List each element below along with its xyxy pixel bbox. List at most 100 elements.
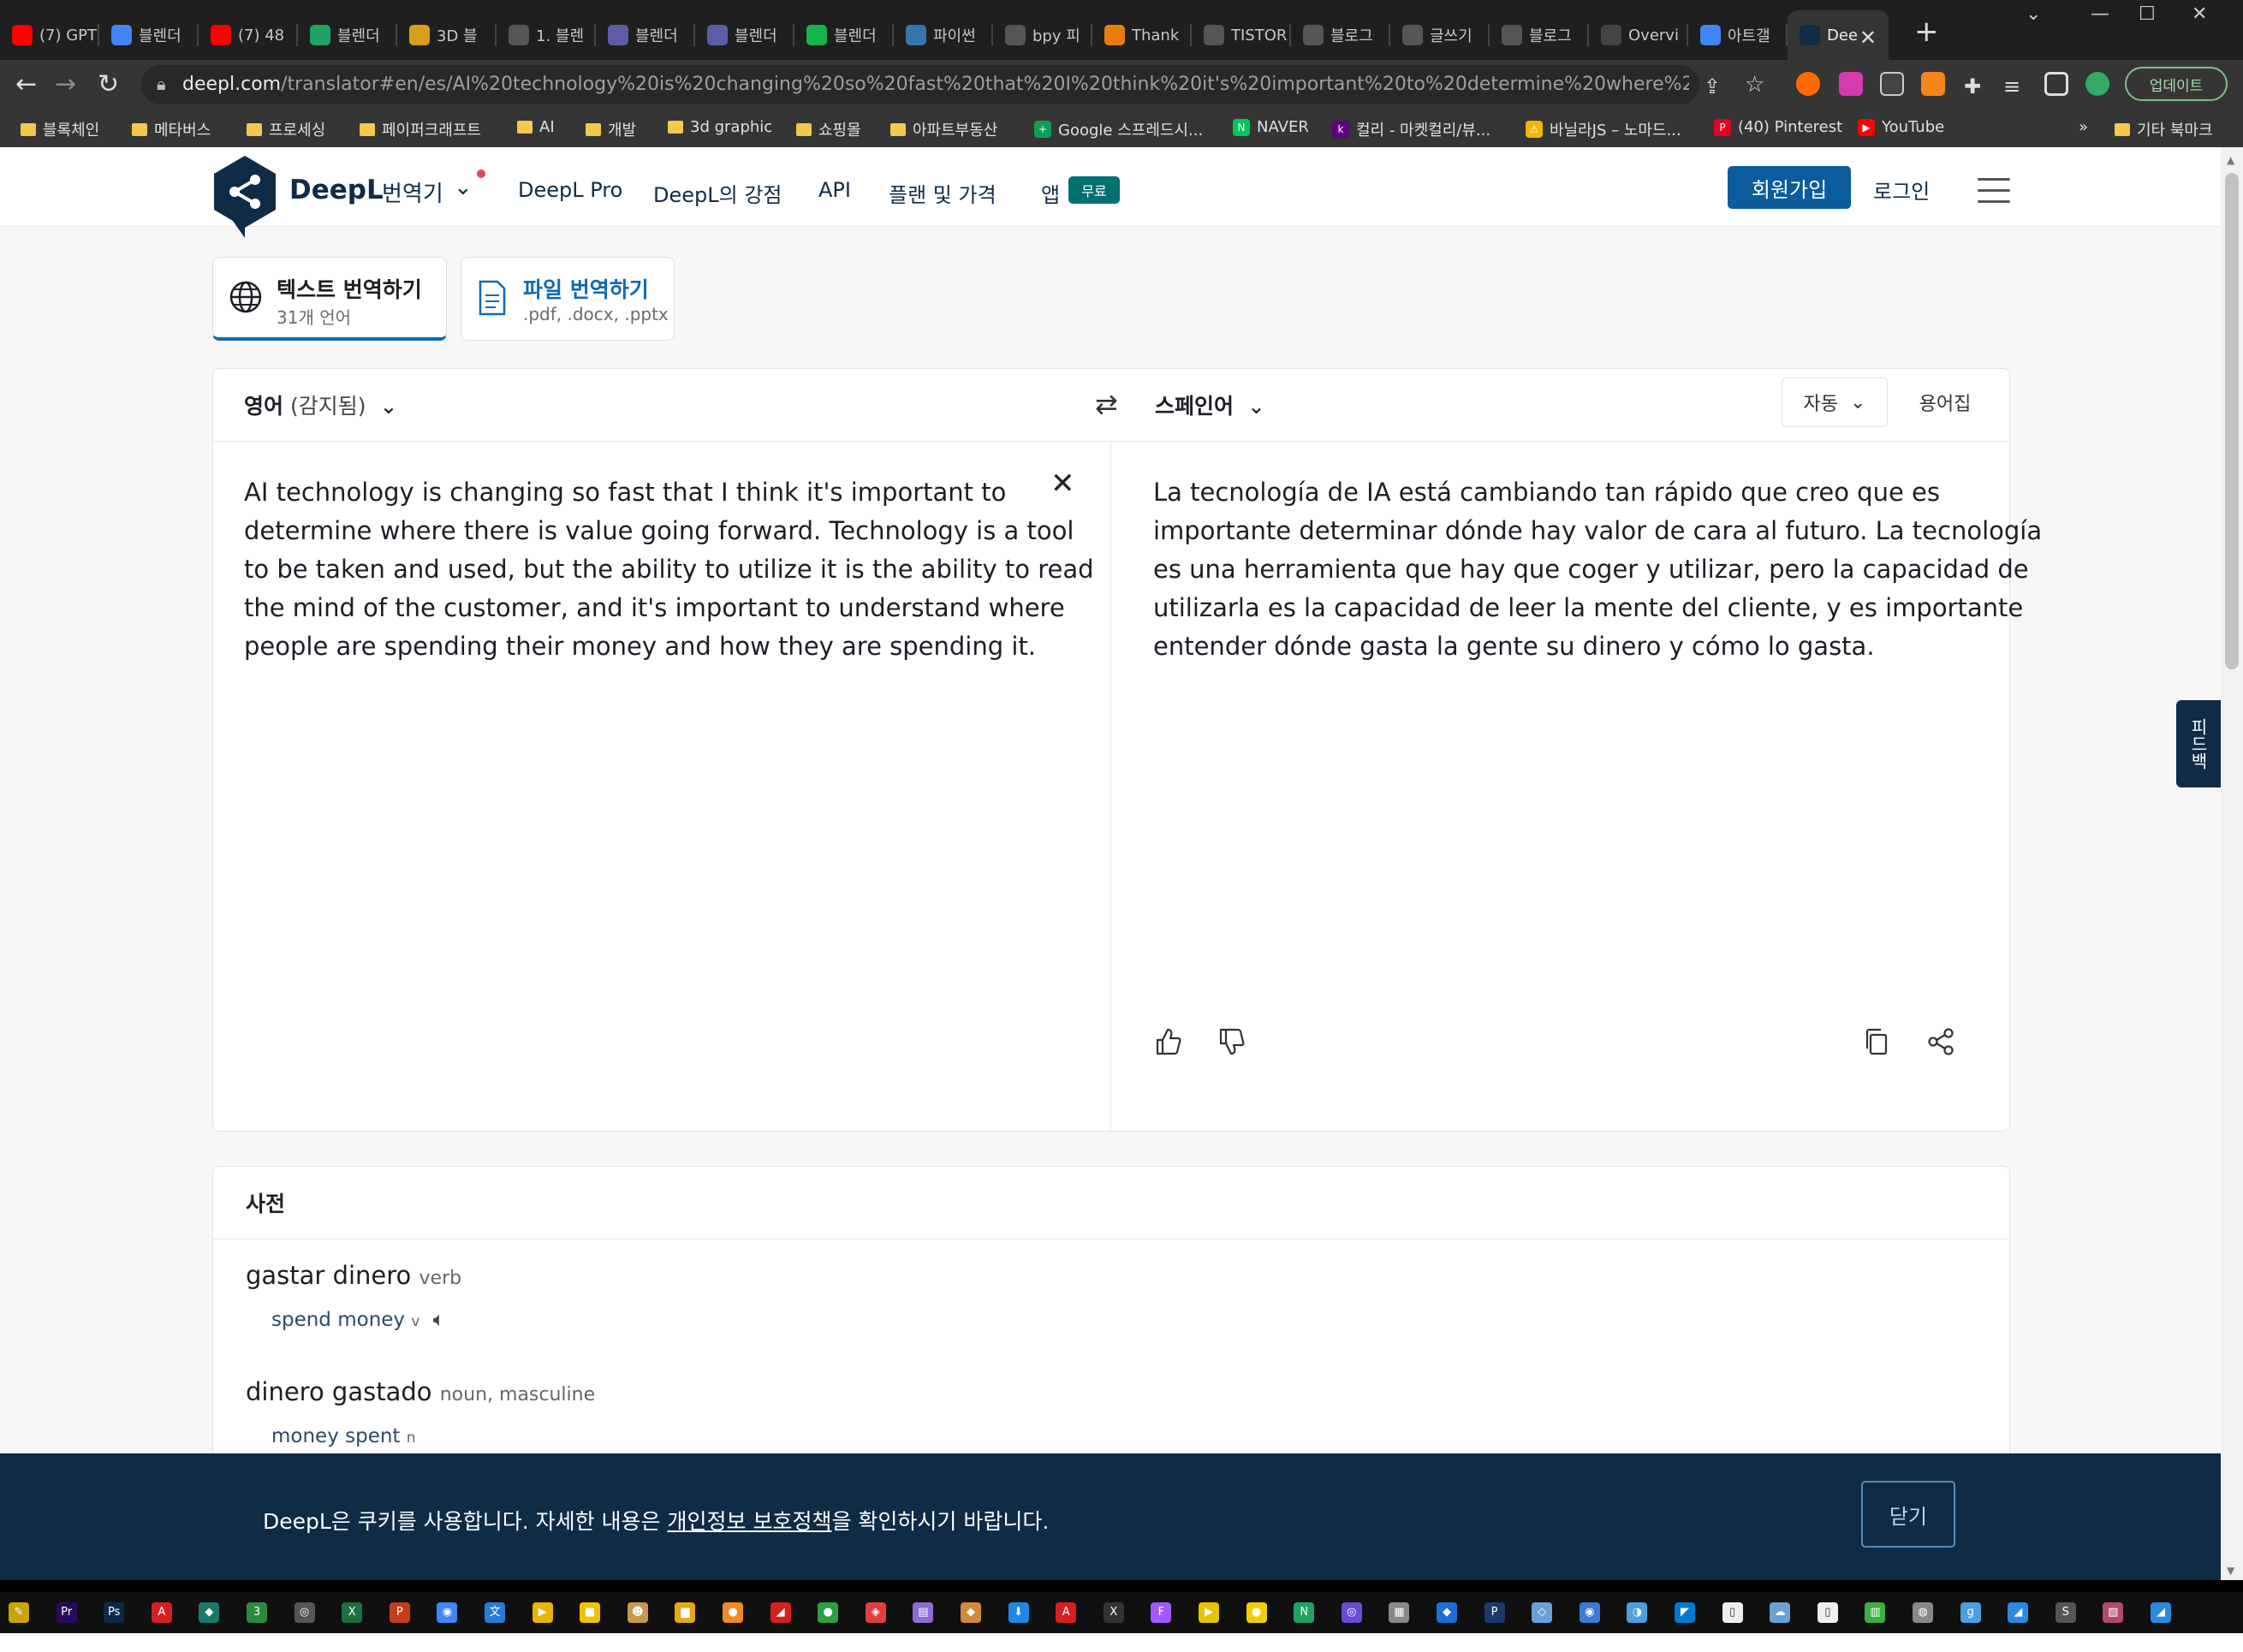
nav-deepl-pro[interactable]: DeepL Pro (518, 178, 622, 202)
glossary-button[interactable]: 용어집 (1900, 377, 1990, 427)
tab-file-translation[interactable]: 파일 번역하기 .pdf, .docx, .pptx (461, 257, 675, 341)
bookmark-item[interactable]: 페이퍼크래프트 (360, 118, 481, 140)
clear-text-icon[interactable]: ✕ (1050, 466, 1075, 501)
address-bar[interactable]: 🔒︎ deepl.com/translator#en/es/AI%20techn… (141, 65, 1699, 104)
copy-icon[interactable] (1862, 1026, 1893, 1057)
taskbar-app-icon[interactable]: ● (1246, 1602, 1267, 1623)
taskbar-app-icon[interactable]: 3 (247, 1602, 267, 1623)
browser-tab[interactable]: 블렌더 (695, 10, 794, 60)
browser-tab[interactable]: 블로그 (1291, 10, 1390, 60)
bookmark-item[interactable]: N NAVER (1233, 118, 1309, 136)
deepl-logo-icon[interactable] (211, 154, 279, 240)
taskbar-app-icon[interactable]: 文 (485, 1602, 505, 1623)
bookmark-item[interactable]: k 컬리 - 마켓컬리/뷰... (1332, 118, 1490, 140)
browser-tab[interactable]: 블렌더 (794, 10, 894, 60)
taskbar-app-icon[interactable]: ◍ (1913, 1602, 1933, 1623)
source-textarea[interactable]: AI technology is changing so fast that I… (244, 473, 1094, 666)
nav-api[interactable]: API (818, 178, 851, 202)
scroll-up-icon[interactable]: ▲ (2227, 154, 2234, 166)
other-bookmarks-folder[interactable]: 기타 북마크 (2115, 118, 2213, 140)
taskbar-app-icon[interactable]: F (1151, 1602, 1172, 1623)
taskbar-app-icon[interactable]: ◢ (2151, 1602, 2171, 1623)
extension-icon[interactable] (1880, 72, 1904, 96)
taskbar-app-icon[interactable]: ▦ (1389, 1602, 1410, 1623)
side-panel-icon[interactable] (2044, 72, 2068, 96)
update-button[interactable]: 업데이트 (2125, 67, 2228, 101)
taskbar-app-icon[interactable]: ✎ (9, 1602, 29, 1623)
minimize-icon[interactable]: — (2091, 3, 2109, 25)
taskbar-app-icon[interactable]: ◆ (961, 1602, 981, 1623)
scrollbar-thumb[interactable] (2225, 173, 2239, 669)
back-icon[interactable]: ← (15, 68, 37, 101)
new-tab-button[interactable]: + (1914, 17, 1939, 46)
taskbar-app-icon[interactable]: S (2055, 1602, 2076, 1623)
taskbar-app-icon[interactable]: ▶ (532, 1602, 553, 1623)
browser-tab[interactable]: 블렌더 (99, 10, 199, 60)
target-language-select[interactable]: 스페인어 ⌄ (1155, 389, 1265, 420)
bookmark-star-icon[interactable]: ☆ (1745, 68, 1764, 101)
taskbar-app-icon[interactable]: ◉ (437, 1602, 458, 1623)
taskbar-app-icon[interactable]: ▆ (675, 1602, 696, 1623)
bookmark-item[interactable]: P (40) Pinterest (1714, 118, 1842, 136)
nav-plans-pricing[interactable]: 플랜 및 가격 (889, 178, 997, 208)
taskbar-app-icon[interactable]: ◎ (294, 1602, 315, 1623)
taskbar-app-icon[interactable]: Ps (104, 1602, 125, 1623)
menu-icon[interactable] (1978, 178, 2010, 211)
taskbar-app-icon[interactable]: ⬇ (1008, 1602, 1029, 1623)
taskbar-app-icon[interactable]: N (1294, 1602, 1315, 1623)
login-link[interactable]: 로그인 (1873, 175, 1930, 205)
source-language-select[interactable]: 영어 (감지됨) ⌄ (244, 389, 397, 420)
formality-select[interactable]: 자동 ⌄ (1782, 377, 1888, 427)
profile-avatar[interactable] (2085, 72, 2109, 96)
taskbar-app-icon[interactable]: ◎ (1341, 1602, 1362, 1623)
browser-tab[interactable]: 3D 블 (397, 10, 497, 60)
browser-tab[interactable]: Dee ✕ (1788, 10, 1889, 60)
bookmark-item[interactable]: ▶ YouTube (1858, 118, 1944, 136)
taskbar-app-icon[interactable]: ▯ (1817, 1602, 1838, 1623)
taskbar-app-icon[interactable]: ■ (580, 1602, 601, 1623)
browser-tab[interactable]: 글쓰기 (1390, 10, 1490, 60)
taskbar-app-icon[interactable]: A (151, 1602, 172, 1623)
browser-tab[interactable]: Thank (1092, 10, 1192, 60)
taskbar-app-icon[interactable]: P (1484, 1602, 1505, 1623)
bookmark-item[interactable]: 3d graphic (668, 118, 772, 136)
extensions-puzzle-icon[interactable]: ✚ (1964, 70, 1981, 103)
thumbs-down-icon[interactable] (1217, 1026, 1247, 1057)
browser-tab[interactable]: 블로그 (1490, 10, 1589, 60)
bookmark-item[interactable]: 메타버스 (132, 118, 211, 140)
taskbar-app-icon[interactable]: X (1103, 1602, 1124, 1623)
taskbar-app-icon[interactable]: ◆ (1437, 1602, 1457, 1623)
taskbar-app-icon[interactable]: ◢ (2008, 1602, 2029, 1623)
cookie-close-button[interactable]: 닫기 (1861, 1481, 1955, 1548)
taskbar-app-icon[interactable]: ◑ (1627, 1602, 1648, 1623)
close-window-icon[interactable]: ✕ (2192, 3, 2207, 25)
taskbar-app-icon[interactable]: Pr (56, 1602, 77, 1623)
taskbar-app-icon[interactable]: X (342, 1602, 363, 1623)
forward-icon[interactable]: → (55, 68, 76, 101)
share-page-icon[interactable]: ⇪ (1704, 70, 1721, 103)
feedback-tab[interactable]: 피드백 (2176, 700, 2221, 787)
brand-name[interactable]: DeepL (289, 175, 384, 205)
extension-icon[interactable] (1839, 72, 1863, 96)
privacy-policy-link[interactable]: 개인정보 보호정책 (668, 1509, 832, 1534)
bookmark-item[interactable]: 프로세싱 (247, 118, 325, 140)
extension-icon[interactable] (1796, 72, 1820, 96)
tab-text-translation[interactable]: 텍스트 번역하기 31개 언어 (212, 257, 447, 341)
taskbar-app-icon[interactable]: ◤ (1675, 1602, 1695, 1623)
page-scrollbar[interactable]: ▲ ▼ (2221, 147, 2243, 1580)
share-icon[interactable] (1925, 1026, 1956, 1057)
taskbar-app-icon[interactable]: ● (723, 1602, 743, 1623)
bookmark-item[interactable]: ⚠ 바닐라JS – 노마드... (1526, 118, 1681, 140)
bookmark-item[interactable]: + Google 스프레드시... (1034, 118, 1203, 140)
translator-label[interactable]: 번역기 (382, 176, 443, 208)
dictionary-entry-translation[interactable]: money spent n (271, 1425, 416, 1447)
taskbar-app-icon[interactable]: ☁ (1770, 1602, 1791, 1623)
taskbar-app-icon[interactable]: g (1960, 1602, 1981, 1623)
bookmark-item[interactable]: AI (517, 118, 555, 136)
browser-tab[interactable]: TISTOR (1192, 10, 1291, 60)
maximize-icon[interactable]: ☐ (2139, 3, 2156, 25)
scroll-down-icon[interactable]: ▼ (2227, 1565, 2234, 1577)
dictionary-entry-translation[interactable]: spend money v 🔈︎ (271, 1309, 445, 1331)
taskbar-app-icon[interactable]: ▶ (1199, 1602, 1219, 1623)
signup-button[interactable]: 회원가입 (1728, 166, 1851, 209)
